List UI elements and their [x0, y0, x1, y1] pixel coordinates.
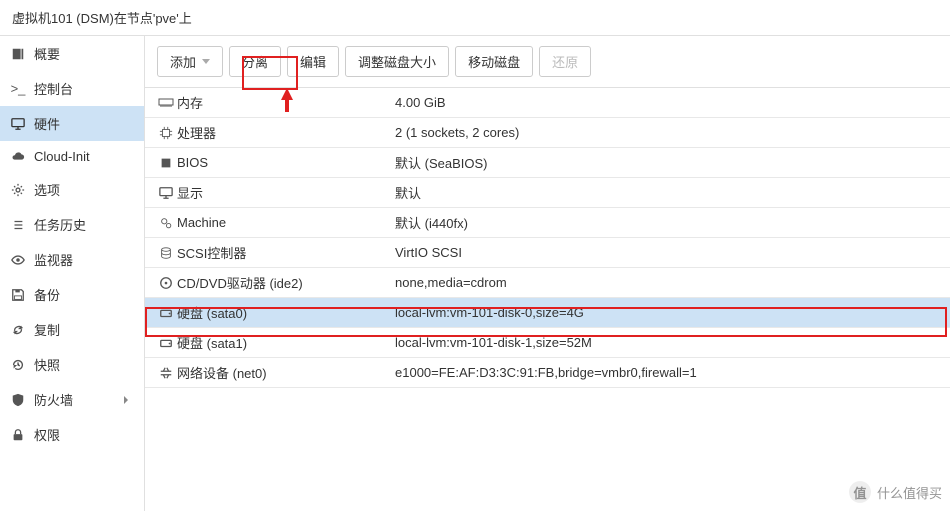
hw-row-disk-sata0[interactable]: 硬盘 (sata0) local-lvm:vm-101-disk-0,size=… [145, 298, 950, 328]
sidebar-item-console[interactable]: >_ 控制台 [0, 71, 144, 106]
shield-icon [10, 393, 26, 407]
add-button-label: 添加 [170, 52, 196, 71]
hw-value: 2 (1 sockets, 2 cores) [395, 125, 940, 140]
gear-icon [10, 183, 26, 197]
hw-value: 默认 [395, 183, 940, 202]
hw-label: 网络设备 (net0) [177, 363, 395, 382]
chip-icon [155, 156, 177, 170]
memory-icon [155, 97, 177, 109]
move-disk-button-label: 移动磁盘 [468, 52, 520, 71]
sidebar-item-backup[interactable]: 备份 [0, 277, 144, 312]
sidebar-item-taskhistory[interactable]: 任务历史 [0, 207, 144, 242]
add-button[interactable]: 添加 [157, 46, 223, 77]
sidebar-item-options[interactable]: 选项 [0, 172, 144, 207]
watermark: 值 什么值得买 [849, 481, 942, 503]
hw-row-disk-sata1[interactable]: 硬盘 (sata1) local-lvm:vm-101-disk-1,size=… [145, 328, 950, 358]
hw-label: 硬盘 (sata1) [177, 333, 395, 352]
sidebar-item-monitor[interactable]: 监视器 [0, 242, 144, 277]
book-icon [10, 47, 26, 61]
hw-row-memory[interactable]: 内存 4.00 GiB [145, 88, 950, 118]
sidebar-item-permissions[interactable]: 权限 [0, 417, 144, 452]
sidebar-item-snapshots[interactable]: 快照 [0, 347, 144, 382]
hw-row-scsi[interactable]: SCSI控制器 VirtIO SCSI [145, 238, 950, 268]
watermark-badge: 值 [849, 481, 871, 503]
restore-button-label: 还原 [552, 52, 578, 71]
sidebar-item-hardware[interactable]: 硬件 [0, 106, 144, 141]
restore-button[interactable]: 还原 [539, 46, 591, 77]
hw-label: CD/DVD驱动器 (ide2) [177, 273, 395, 292]
hw-value: 4.00 GiB [395, 95, 940, 110]
hw-label: 显示 [177, 183, 395, 202]
lock-icon [10, 428, 26, 442]
sidebar-item-summary[interactable]: 概要 [0, 36, 144, 71]
cdrom-icon [155, 276, 177, 290]
sidebar-item-label: 监视器 [34, 250, 73, 269]
history-icon [10, 358, 26, 372]
sidebar-item-label: Cloud-Init [34, 149, 90, 164]
hw-label: BIOS [177, 155, 395, 170]
watermark-text: 什么值得买 [877, 483, 942, 502]
sidebar-item-cloudinit[interactable]: Cloud-Init [0, 141, 144, 172]
window-title: 虚拟机101 (DSM)在节点'pve'上 [0, 0, 950, 36]
eye-icon [10, 253, 26, 267]
main-panel: 添加 分离 编辑 调整磁盘大小 移动磁盘 还原 内存 4.00 [145, 36, 950, 511]
toolbar: 添加 分离 编辑 调整磁盘大小 移动磁盘 还原 [145, 36, 950, 88]
hw-value: 默认 (i440fx) [395, 213, 940, 232]
hw-value: e1000=FE:AF:D3:3C:91:FB,bridge=vmbr0,fir… [395, 365, 940, 380]
save-icon [10, 288, 26, 302]
sidebar-item-label: 防火墙 [34, 390, 73, 409]
hw-label: 内存 [177, 93, 395, 112]
hw-row-machine[interactable]: Machine 默认 (i440fx) [145, 208, 950, 238]
display-icon [155, 186, 177, 200]
hw-label: SCSI控制器 [177, 243, 395, 262]
hw-value: 默认 (SeaBIOS) [395, 153, 940, 172]
sidebar-item-label: 备份 [34, 285, 60, 304]
hw-row-bios[interactable]: BIOS 默认 (SeaBIOS) [145, 148, 950, 178]
sidebar: 概要 >_ 控制台 硬件 Cloud-Init 选项 [0, 36, 145, 511]
hw-row-cdrom[interactable]: CD/DVD驱动器 (ide2) none,media=cdrom [145, 268, 950, 298]
terminal-icon: >_ [10, 81, 26, 96]
sidebar-item-label: 控制台 [34, 79, 73, 98]
hw-value: none,media=cdrom [395, 275, 940, 290]
hw-row-net0[interactable]: 网络设备 (net0) e1000=FE:AF:D3:3C:91:FB,brid… [145, 358, 950, 388]
edit-button[interactable]: 编辑 [287, 46, 339, 77]
hw-value: local-lvm:vm-101-disk-1,size=52M [395, 335, 940, 350]
hw-label: Machine [177, 215, 395, 230]
sidebar-item-label: 快照 [34, 355, 60, 374]
title-text: 虚拟机101 (DSM)在节点'pve'上 [12, 11, 192, 26]
edit-button-label: 编辑 [300, 52, 326, 71]
hw-value: local-lvm:vm-101-disk-0,size=4G [395, 305, 940, 320]
cpu-icon [155, 126, 177, 140]
replication-icon [10, 323, 26, 337]
sidebar-item-label: 权限 [34, 425, 60, 444]
hw-value: VirtIO SCSI [395, 245, 940, 260]
sidebar-item-replication[interactable]: 复制 [0, 312, 144, 347]
resize-disk-button[interactable]: 调整磁盘大小 [345, 46, 449, 77]
sidebar-item-label: 硬件 [34, 114, 60, 133]
detach-button[interactable]: 分离 [229, 46, 281, 77]
sidebar-item-label: 概要 [34, 44, 60, 63]
database-icon [155, 246, 177, 260]
sidebar-item-label: 选项 [34, 180, 60, 199]
sidebar-item-label: 任务历史 [34, 215, 86, 234]
list-icon [10, 218, 26, 232]
cloud-icon [10, 150, 26, 164]
cogs-icon [155, 216, 177, 230]
chevron-down-icon [202, 59, 210, 64]
hdd-icon [155, 306, 177, 320]
hdd-icon [155, 336, 177, 350]
hw-row-display[interactable]: 显示 默认 [145, 178, 950, 208]
detach-button-label: 分离 [242, 52, 268, 71]
desktop-icon [10, 117, 26, 131]
chevron-right-icon [118, 396, 134, 404]
hw-label: 处理器 [177, 123, 395, 142]
sidebar-item-firewall[interactable]: 防火墙 [0, 382, 144, 417]
resize-disk-button-label: 调整磁盘大小 [358, 52, 436, 71]
hw-row-cpu[interactable]: 处理器 2 (1 sockets, 2 cores) [145, 118, 950, 148]
network-icon [155, 366, 177, 380]
hardware-list: 内存 4.00 GiB 处理器 2 (1 sockets, 2 cores) B… [145, 88, 950, 511]
hw-label: 硬盘 (sata0) [177, 303, 395, 322]
move-disk-button[interactable]: 移动磁盘 [455, 46, 533, 77]
sidebar-item-label: 复制 [34, 320, 60, 339]
